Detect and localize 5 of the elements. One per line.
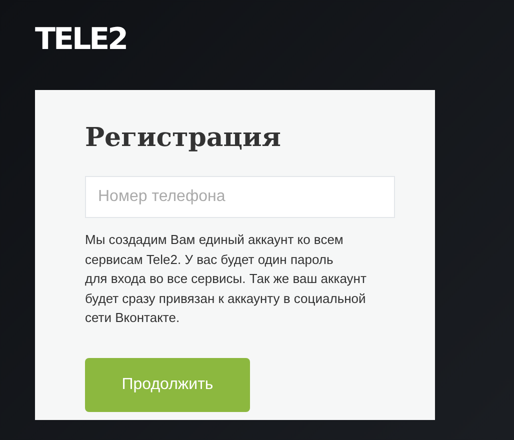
description-text: Мы создадим Вам единый аккаунт ко всем сервисам Tele2. У вас будет один пароль для входа во все сервисы. Так же ваш аккаунт будет сразу привязан к аккаунту в социальной сети Вконтакте. bbox=[85, 231, 368, 327]
continue-button[interactable]: Продолжить bbox=[85, 358, 250, 412]
form-title: Регистрация bbox=[85, 122, 282, 155]
phone-field[interactable]: Номер телефона bbox=[85, 176, 395, 218]
logo: TELE2 bbox=[35, 22, 126, 58]
